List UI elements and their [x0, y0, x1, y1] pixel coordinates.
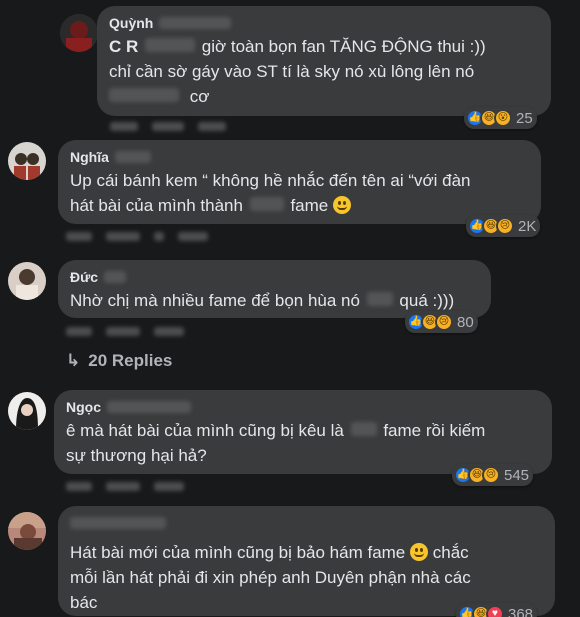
timestamp — [198, 122, 226, 131]
reaction-summary[interactable]: 👍 😆 😮 25 — [464, 107, 537, 129]
comment-text: C R giờ toàn bọn fan TĂNG ĐỘNG thui :)) … — [109, 37, 486, 106]
reply-action[interactable] — [106, 482, 140, 491]
replies-label: 20 Replies — [88, 351, 173, 370]
reaction-count: 25 — [516, 109, 533, 127]
comment-actions — [66, 232, 208, 241]
comment-bubble: Hát bài mới của mình cũng bị bảo hám fam… — [58, 506, 555, 616]
reply-action[interactable] — [152, 122, 184, 131]
love-icon: ♥ — [486, 605, 504, 617]
avatar[interactable] — [60, 14, 98, 52]
comment-bubble: Ngọc ê mà hát bài của mình cũng bị kêu l… — [54, 390, 552, 474]
reaction-count: 80 — [457, 313, 474, 331]
sad-icon: 😢 — [435, 313, 453, 331]
comment-text: Nhờ chị mà nhiều fame để bọn hùa nó quá … — [70, 291, 455, 310]
commenter-name[interactable]: Đức — [70, 269, 98, 285]
like-action[interactable] — [66, 482, 92, 491]
like-action[interactable] — [66, 327, 92, 336]
like-action[interactable] — [66, 232, 92, 241]
reaction-summary[interactable]: 👍 😆 ♥ 368 — [456, 603, 538, 617]
comment-actions — [110, 122, 226, 131]
sad-icon: 😢 — [482, 466, 500, 484]
reply-action[interactable] — [106, 327, 140, 336]
reaction-count: 545 — [504, 466, 530, 484]
timestamp — [154, 327, 184, 336]
like-action[interactable] — [110, 122, 138, 131]
reaction-count: 368 — [508, 605, 534, 617]
reaction-summary[interactable]: 👍 😆 😢 80 — [405, 311, 478, 333]
grinning-emoji-icon — [332, 196, 351, 214]
comment-text: Up cái bánh kem “ không hề nhắc đến tên … — [70, 171, 471, 215]
avatar[interactable] — [8, 392, 46, 430]
avatar[interactable] — [8, 142, 46, 180]
commenter-name[interactable]: Quỳnh — [109, 15, 153, 31]
comment-actions — [66, 327, 184, 336]
view-replies-link[interactable]: ↳ 20 Replies — [66, 351, 172, 371]
sad-icon: 😢 — [496, 217, 514, 235]
commenter-name[interactable]: Ngọc — [66, 399, 101, 415]
smiling-emoji-icon — [410, 543, 428, 561]
comment-text: ê mà hát bài của mình cũng bị kêu là fam… — [66, 421, 486, 465]
reaction-summary[interactable]: 👍 😆 😢 545 — [452, 464, 534, 486]
avatar[interactable] — [8, 512, 46, 550]
comment-bubble: Đức Nhờ chị mà nhiều fame để bọn hùa nó … — [58, 260, 491, 318]
reaction-count: 2K — [518, 217, 537, 235]
comment-bubble: Nghĩa Up cái bánh kem “ không hề nhắc đế… — [58, 140, 541, 224]
comment-bubble: Quỳnh C R giờ toàn bọn fan TĂNG ĐỘNG thu… — [97, 6, 551, 116]
reaction-summary[interactable]: 👍 😆 😢 2K — [466, 215, 541, 237]
wow-icon: 😮 — [494, 109, 512, 127]
timestamp — [154, 482, 184, 491]
reply-action[interactable] — [106, 232, 140, 241]
reply-arrow-icon: ↳ — [66, 351, 81, 370]
commenter-name[interactable]: Nghĩa — [70, 149, 109, 165]
comment-actions — [66, 482, 184, 491]
avatar[interactable] — [8, 262, 46, 300]
share-action[interactable] — [154, 232, 164, 241]
timestamp — [178, 232, 208, 241]
